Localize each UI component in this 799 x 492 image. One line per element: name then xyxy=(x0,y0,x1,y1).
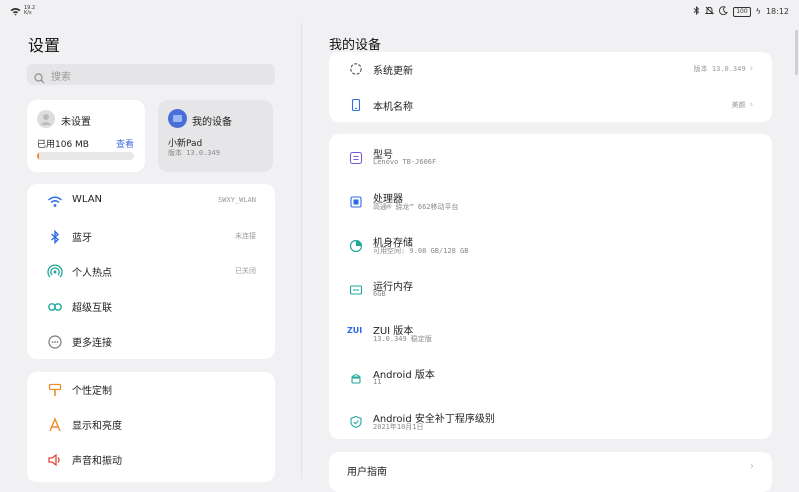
info-row-memory: 运行内存 6GB xyxy=(329,266,772,310)
info-label: Android 版本 xyxy=(373,370,435,381)
device-info-card: 型号 Lenovo TB-J606F 处理器 高通® 骁龙™ 662移动平台 机… xyxy=(329,134,772,439)
menu-item-label: 个性定制 xyxy=(72,386,112,397)
avatar xyxy=(37,110,55,128)
wifi-status-icon xyxy=(10,7,21,15)
system-update-value: 版本 13.0.349 xyxy=(693,65,746,73)
account-card[interactable]: 未设置 已用106 MB 查看 xyxy=(27,100,145,172)
info-sub: 高通® 骁龙™ 662移动平台 xyxy=(373,203,459,211)
memory-icon xyxy=(349,282,363,296)
display-icon xyxy=(47,417,63,433)
device-name-value: 美颜 xyxy=(731,101,746,109)
my-device-page-title: 我的设备 xyxy=(329,38,382,53)
processor-icon xyxy=(349,194,363,208)
status-left: 19.2 K/s xyxy=(10,6,35,16)
super-connect-icon xyxy=(47,299,63,315)
info-sub: 11 xyxy=(373,378,382,386)
menu-item-super-connect[interactable]: 超级互联 xyxy=(27,289,275,324)
model-icon xyxy=(349,150,363,165)
hotspot-icon xyxy=(47,264,63,280)
storage-progress-bar xyxy=(37,152,134,160)
device-name-icon xyxy=(349,97,363,112)
menu-item-value: 已关闭 xyxy=(235,267,256,275)
my-device-card[interactable]: 我的设备 小新Pad 版本 13.0.349 xyxy=(158,100,273,172)
menu-item-label: 蓝牙 xyxy=(72,233,92,244)
info-sub: Lenovo TB-J606F xyxy=(373,158,437,166)
sound-icon xyxy=(47,452,63,468)
menu-item-more-connections[interactable]: 更多连接 xyxy=(27,324,275,359)
info-sub: 6GB xyxy=(373,290,386,298)
search-icon xyxy=(34,69,45,88)
device-name-label: 本机名称 xyxy=(373,102,413,113)
user-guide-label: 用户指南 xyxy=(347,467,387,478)
status-bar: 19.2 K/s 100 ϟ 18:12 xyxy=(0,0,799,22)
info-row-security-patch: Android 安全补丁程序级别 2021年10月1日 xyxy=(329,398,772,439)
storage-icon xyxy=(349,238,363,253)
status-time: 18:12 xyxy=(765,7,789,16)
charging-icon: ϟ xyxy=(755,7,761,16)
personalize-icon xyxy=(47,382,63,398)
personal-menu: 个性定制 显示和亮度 声音和振动 xyxy=(27,372,275,482)
security-patch-icon xyxy=(349,414,363,429)
account-name: 未设置 xyxy=(61,117,91,128)
menu-item-display[interactable]: 显示和亮度 xyxy=(27,407,275,442)
info-row-storage: 机身存储 可用空间: 9.08 GB/128 GB xyxy=(329,222,772,266)
network-speed: 19.2 K/s xyxy=(24,6,35,16)
view-storage-link[interactable]: 查看 xyxy=(116,137,134,150)
device-name-row[interactable]: 本机名称 美颜 › xyxy=(329,87,772,122)
menu-item-label: 更多连接 xyxy=(72,338,112,349)
menu-item-label: 声音和振动 xyxy=(72,456,122,467)
chevron-right-icon: › xyxy=(750,461,754,472)
menu-item-bluetooth[interactable]: 蓝牙 未连接 xyxy=(27,219,275,254)
info-row-android: Android 版本 11 xyxy=(329,354,772,398)
info-sub: 可用空间: 9.08 GB/128 GB xyxy=(373,247,469,255)
menu-item-hotspot[interactable]: 个人热点 已关闭 xyxy=(27,254,275,289)
menu-item-sound[interactable]: 声音和振动 xyxy=(27,442,275,477)
system-update-row[interactable]: 系统更新 版本 13.0.349 › xyxy=(329,52,772,87)
chevron-right-icon: › xyxy=(748,64,754,74)
system-update-icon xyxy=(349,61,363,75)
search-input[interactable]: 搜索 xyxy=(27,64,275,85)
settings-title: 设置 xyxy=(28,36,61,55)
status-right: 100 ϟ 18:12 xyxy=(693,5,789,17)
network-speed-unit: K/s xyxy=(24,10,32,16)
dnd-moon-icon xyxy=(719,6,728,17)
user-guide-card[interactable]: 用户指南 › xyxy=(329,452,772,492)
battery-indicator: 100 xyxy=(733,6,751,17)
android-icon xyxy=(349,370,363,384)
bluetooth-status-icon xyxy=(693,5,700,17)
info-row-processor: 处理器 高通® 骁龙™ 662移动平台 xyxy=(329,178,772,222)
system-update-label: 系统更新 xyxy=(373,66,413,77)
connectivity-menu: WLAN SWXY_WLAN 蓝牙 未连接 个人热点 已关闭 超级互联 更多连接 xyxy=(27,184,275,359)
mute-status-icon xyxy=(705,6,715,17)
bluetooth-icon xyxy=(47,229,63,245)
zui-icon: ZUI xyxy=(347,326,363,335)
menu-item-label: 个人热点 xyxy=(72,268,112,279)
menu-item-label: 显示和亮度 xyxy=(72,421,122,432)
menu-item-personalize[interactable]: 个性定制 xyxy=(27,372,275,407)
menu-item-value: SWXY_WLAN xyxy=(218,196,256,204)
pane-divider xyxy=(301,22,302,479)
menu-item-value: 未连接 xyxy=(235,232,256,240)
more-connections-icon xyxy=(47,334,63,350)
my-device-title: 我的设备 xyxy=(192,117,232,128)
device-top-card: 系统更新 版本 13.0.349 › 本机名称 美颜 › xyxy=(329,52,772,122)
info-sub: 2021年10月1日 xyxy=(373,423,424,431)
tablet-icon xyxy=(168,109,187,128)
menu-item-label: WLAN xyxy=(72,194,103,205)
storage-used: 已用106 MB xyxy=(37,140,89,150)
search-placeholder: 搜索 xyxy=(51,72,71,83)
menu-item-label: 超级互联 xyxy=(72,303,112,314)
storage-progress-fill xyxy=(37,152,39,160)
menu-item-wlan[interactable]: WLAN SWXY_WLAN xyxy=(27,184,275,219)
chevron-right-icon: › xyxy=(748,100,754,110)
info-row-model: 型号 Lenovo TB-J606F xyxy=(329,134,772,178)
info-sub: 13.0.349 稳定版 xyxy=(373,335,432,343)
device-version: 版本 13.0.349 xyxy=(168,149,220,157)
wifi-icon xyxy=(47,194,63,210)
scrollbar[interactable] xyxy=(795,30,798,75)
info-row-zui: ZUI ZUI 版本 13.0.349 稳定版 xyxy=(329,310,772,354)
